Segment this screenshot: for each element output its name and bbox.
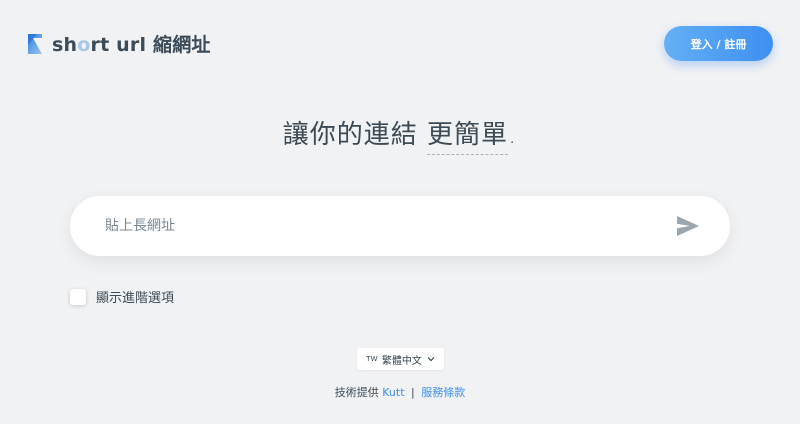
headline-end: . — [508, 120, 518, 150]
advanced-options-label: 顯示進階選項 — [96, 291, 175, 306]
send-icon — [677, 216, 699, 236]
logo-prefix: sh — [52, 34, 78, 56]
logo-icon — [28, 33, 42, 54]
footer: 技術提供 Kutt | 服務條款 — [0, 384, 800, 400]
url-input[interactable] — [105, 206, 665, 246]
language-select[interactable]: TW 繁體中文 — [357, 348, 444, 370]
url-input-container — [70, 196, 730, 256]
language-selected: 繁體中文 — [381, 355, 422, 367]
chevron-down-icon — [427, 357, 435, 362]
logo-rest: rt url 縮網址 — [90, 34, 211, 56]
headline-main: 讓你的連結 — [282, 120, 427, 150]
logo-text: short url 縮網址 — [52, 30, 211, 57]
advanced-options-toggle[interactable]: 顯示進階選項 — [70, 287, 174, 306]
advanced-options-checkbox[interactable] — [70, 288, 86, 305]
page: short url 縮網址 登入 / 註冊 讓你的連結 更簡單. 顯示進階選項 … — [0, 0, 800, 424]
terms-link[interactable]: 服務條款 — [421, 386, 465, 399]
logo-highlight: o — [77, 34, 91, 56]
submit-button[interactable] — [674, 213, 702, 239]
site-logo[interactable]: short url 縮網址 — [27, 30, 211, 57]
page-headline: 讓你的連結 更簡單. — [0, 114, 800, 155]
language-code: TW — [366, 355, 378, 363]
headline-accent: 更簡單 — [426, 120, 508, 155]
footer-separator: | — [411, 386, 415, 399]
footer-powered-prefix: 技術提供 — [334, 386, 379, 399]
login-register-button[interactable]: 登入 / 註冊 — [664, 26, 773, 61]
kutt-link[interactable]: Kutt — [382, 386, 404, 399]
